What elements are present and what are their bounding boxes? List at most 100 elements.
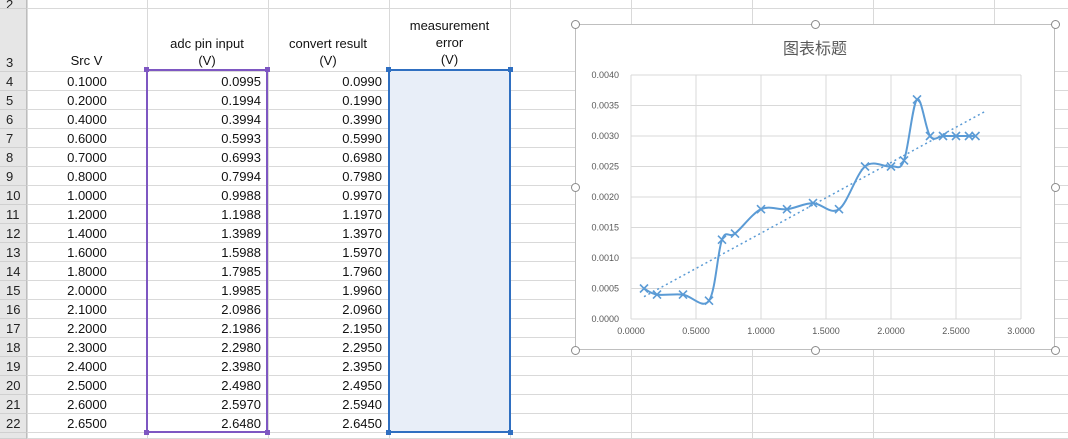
- src-v-cell[interactable]: 0.6000: [27, 129, 147, 148]
- header-error-line: error: [435, 35, 464, 50]
- chart-resize-handle[interactable]: [811, 346, 820, 355]
- src-v-cell[interactable]: 0.1000: [27, 72, 147, 91]
- src-v-cell[interactable]: 2.1000: [27, 300, 147, 319]
- row-header[interactable]: [0, 433, 27, 439]
- src-v-cell[interactable]: 0.7000: [27, 148, 147, 167]
- row-header[interactable]: 18: [0, 338, 27, 357]
- convert-result-cell[interactable]: 2.1950: [268, 319, 389, 338]
- row-header[interactable]: 21: [0, 395, 27, 414]
- convert-result-cell[interactable]: 2.4950: [268, 376, 389, 395]
- row-header[interactable]: 15: [0, 281, 27, 300]
- x-tick-label: 3.0000: [1007, 326, 1035, 336]
- row-header[interactable]: 8: [0, 148, 27, 167]
- src-v-cell[interactable]: 2.3000: [27, 338, 147, 357]
- adc-column-selection: [146, 69, 268, 433]
- src-v-cell[interactable]: 0.2000: [27, 91, 147, 110]
- adc-column-selection-handle[interactable]: [265, 67, 270, 72]
- convert-result-cell[interactable]: 0.3990: [268, 110, 389, 129]
- y-tick-label: 0.0040: [591, 70, 619, 80]
- src-v-cell[interactable]: 1.2000: [27, 205, 147, 224]
- x-tick-label: 0.0000: [617, 326, 645, 336]
- row-header[interactable]: 13: [0, 243, 27, 262]
- adc-column-selection-handle[interactable]: [144, 430, 149, 435]
- header-conv-line2: (V): [319, 53, 337, 68]
- row-header[interactable]: 17: [0, 319, 27, 338]
- row-header[interactable]: 19: [0, 357, 27, 376]
- error-column-selection-handle[interactable]: [508, 67, 513, 72]
- src-v-cell[interactable]: 1.4000: [27, 224, 147, 243]
- row-header[interactable]: 12: [0, 224, 27, 243]
- error-column-selection-handle[interactable]: [386, 67, 391, 72]
- row-header[interactable]: 22: [0, 414, 27, 433]
- src-v-cell[interactable]: 1.0000: [27, 186, 147, 205]
- row-header[interactable]: 7: [0, 129, 27, 148]
- convert-result-cell[interactable]: 2.2950: [268, 338, 389, 357]
- convert-result-cell[interactable]: 0.0990: [268, 72, 389, 91]
- chart-resize-handle[interactable]: [571, 20, 580, 29]
- error-column-selection: [388, 69, 511, 433]
- row-header[interactable]: 3: [0, 9, 27, 72]
- row-gridline: [27, 8, 1068, 9]
- header-conv-line1: convert result: [288, 36, 368, 51]
- convert-result-cell[interactable]: 1.3970: [268, 224, 389, 243]
- convert-result-cell[interactable]: 0.6980: [268, 148, 389, 167]
- series-line: [643, 98, 976, 305]
- convert-result-cell[interactable]: 0.5990: [268, 129, 389, 148]
- src-v-cell[interactable]: 0.4000: [27, 110, 147, 129]
- row-header[interactable]: 10: [0, 186, 27, 205]
- y-tick-label: 0.0035: [591, 101, 619, 111]
- chart-resize-handle[interactable]: [571, 183, 580, 192]
- convert-result-cell[interactable]: 2.6450: [268, 414, 389, 433]
- convert-result-cell[interactable]: 0.7980: [268, 167, 389, 186]
- error-column-selection-handle[interactable]: [508, 430, 513, 435]
- row-header[interactable]: 2: [0, 0, 27, 9]
- src-v-cell[interactable]: 1.8000: [27, 262, 147, 281]
- adc-column-selection-handle[interactable]: [265, 430, 270, 435]
- row-header[interactable]: 14: [0, 262, 27, 281]
- header-src-v[interactable]: Src V: [27, 52, 146, 69]
- src-v-cell[interactable]: 2.2000: [27, 319, 147, 338]
- y-tick-label: 0.0000: [591, 314, 619, 324]
- row-header[interactable]: 4: [0, 72, 27, 91]
- row-header[interactable]: 16: [0, 300, 27, 319]
- convert-result-cell[interactable]: 2.0960: [268, 300, 389, 319]
- chart-resize-handle[interactable]: [1051, 20, 1060, 29]
- convert-result-cell[interactable]: 2.5940: [268, 395, 389, 414]
- row-header[interactable]: 6: [0, 110, 27, 129]
- y-tick-label: 0.0010: [591, 253, 619, 263]
- y-tick-label: 0.0030: [591, 131, 619, 141]
- src-v-cell[interactable]: 0.8000: [27, 167, 147, 186]
- header-adc-pin-input[interactable]: adc pin input (V): [147, 35, 267, 69]
- chart-resize-handle[interactable]: [1051, 346, 1060, 355]
- src-v-cell[interactable]: 1.6000: [27, 243, 147, 262]
- convert-result-cell[interactable]: 1.5970: [268, 243, 389, 262]
- convert-result-cell[interactable]: 1.7960: [268, 262, 389, 281]
- convert-result-cell[interactable]: 2.3950: [268, 357, 389, 376]
- convert-result-cell[interactable]: 1.9960: [268, 281, 389, 300]
- error-column-selection-handle[interactable]: [386, 430, 391, 435]
- row-header[interactable]: 11: [0, 205, 27, 224]
- data-point-marker: [912, 94, 922, 104]
- chart-resize-handle[interactable]: [571, 346, 580, 355]
- header-error-line: measurement: [409, 18, 490, 33]
- src-v-cell[interactable]: 2.4000: [27, 357, 147, 376]
- adc-column-selection-handle[interactable]: [144, 67, 149, 72]
- data-point-marker: [834, 204, 844, 214]
- y-tick-label: 0.0005: [591, 284, 619, 294]
- header-convert-result[interactable]: convert result (V): [268, 35, 388, 69]
- row-header[interactable]: 20: [0, 376, 27, 395]
- scatter-chart[interactable]: 图表标题 0.0000 0.0005 0.0010 0.0015 0.0020 0.0025…: [575, 24, 1055, 350]
- header-measurement-error[interactable]: measurement error (V): [389, 17, 510, 68]
- chart-resize-handle[interactable]: [1051, 183, 1060, 192]
- row-header[interactable]: 5: [0, 91, 27, 110]
- convert-result-cell[interactable]: 0.1990: [268, 91, 389, 110]
- chart-resize-handle[interactable]: [811, 20, 820, 29]
- src-v-cell[interactable]: 2.5000: [27, 376, 147, 395]
- src-v-cell[interactable]: 2.6000: [27, 395, 147, 414]
- convert-result-cell[interactable]: 1.1970: [268, 205, 389, 224]
- convert-result-cell[interactable]: 0.9970: [268, 186, 389, 205]
- x-tick-label: 2.5000: [942, 326, 970, 336]
- row-header[interactable]: 9: [0, 167, 27, 186]
- src-v-cell[interactable]: 2.6500: [27, 414, 147, 433]
- src-v-cell[interactable]: 2.0000: [27, 281, 147, 300]
